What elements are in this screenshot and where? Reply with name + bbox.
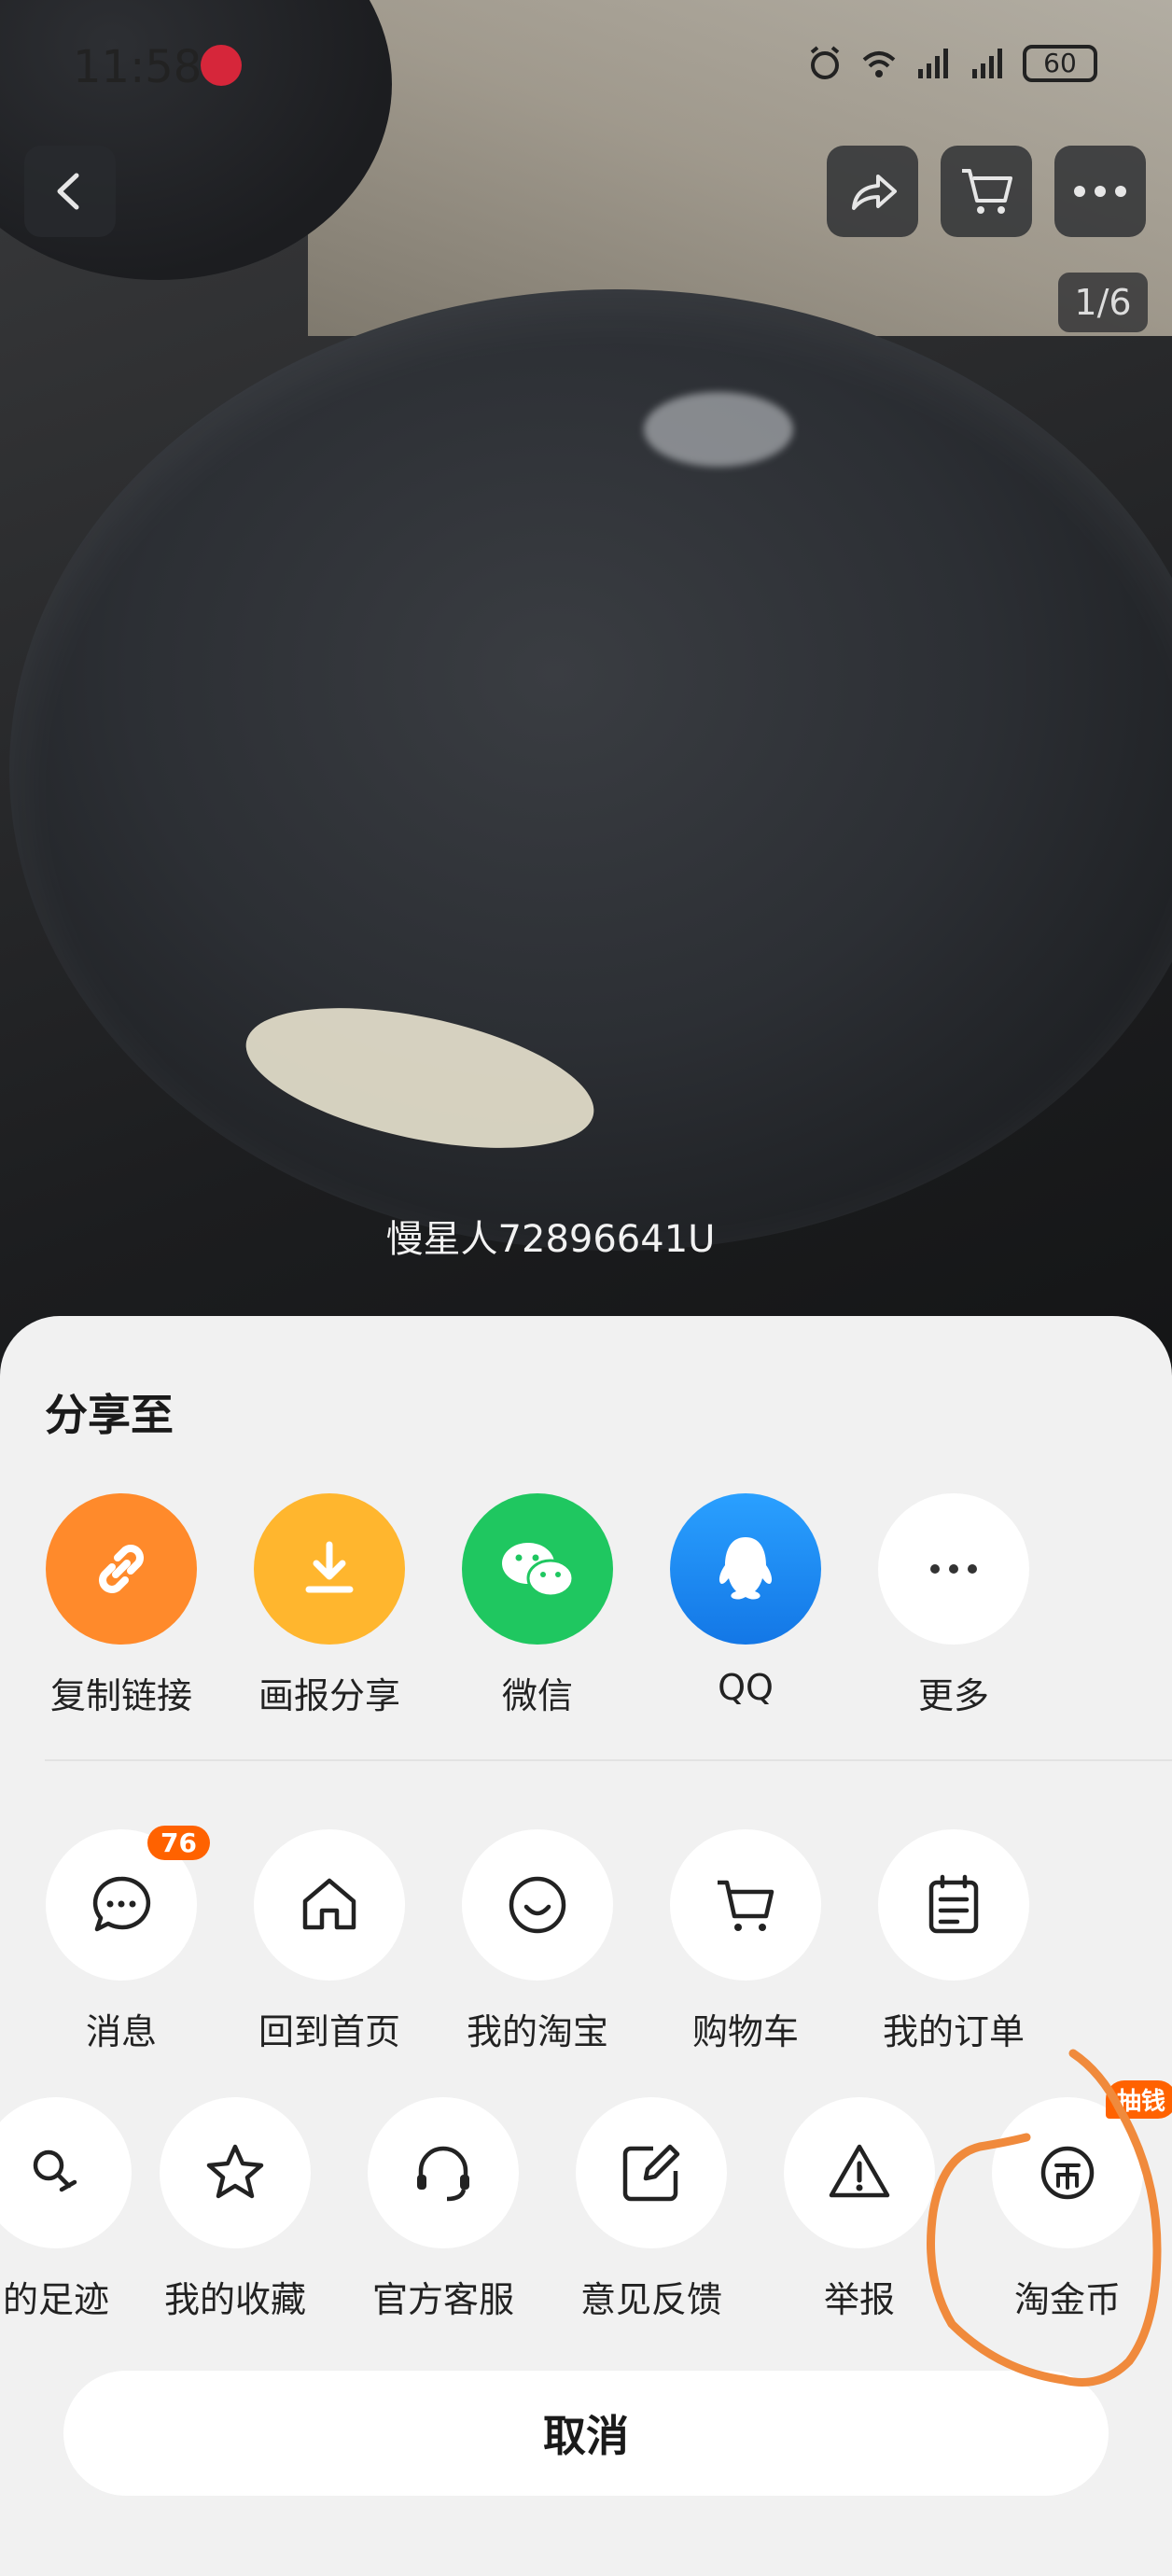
back-button[interactable] [24,146,116,237]
action-favorites[interactable]: 我的收藏 [142,2097,328,2322]
carrier-logo-icon [201,45,242,86]
star-icon [160,2097,311,2248]
action-label: 意见反馈 [579,2279,722,2320]
action-home[interactable]: 回到首页 [236,1829,423,2054]
share-label: 复制链接 [49,1675,192,1716]
action-label: 我的收藏 [163,2279,306,2320]
more-dots-icon [1074,186,1126,197]
message-count-badge: 76 [147,1826,210,1860]
share-divider [45,1759,1172,1761]
more-icon [878,1493,1029,1645]
share-more[interactable]: 更多 [860,1493,1047,1718]
action-messages[interactable]: 76 消息 [28,1826,215,2054]
edit-icon [576,2097,727,2248]
headset-icon [368,2097,519,2248]
share-label: 更多 [917,1675,989,1716]
action-label: 消息 [85,2011,157,2052]
smile-icon [462,1829,613,1981]
more-options-button[interactable] [1054,146,1146,237]
qq-icon [670,1493,821,1645]
alarm-icon [810,46,840,79]
action-label: 回到首页 [258,2011,400,2052]
action-label: 购物车 [691,2011,799,2052]
share-sheet-title: 分享至 [45,1390,174,1440]
action-feedback[interactable]: 意见反馈 [558,2097,745,2322]
message-icon: 76 [46,1826,210,1981]
action-footprints[interactable]: 的足迹 [0,2097,149,2322]
home-icon [254,1829,405,1981]
status-bar: 11:58 60 [0,37,1172,93]
action-label: 的足迹 [2,2279,109,2320]
image-counter: 1/6 [1058,273,1148,332]
action-my-taobao[interactable]: 我的淘宝 [444,1829,631,2054]
footprint-icon [0,2097,132,2248]
photo-watermark: 慢星人72896641U [385,1218,716,1261]
action-customer-service[interactable]: 官方客服 [350,2097,537,2322]
share-label: 画报分享 [258,1675,400,1716]
share-button[interactable] [827,146,918,237]
order-icon [878,1829,1029,1981]
share-poster[interactable]: 画报分享 [236,1493,423,1718]
share-label: 微信 [501,1675,573,1716]
cart-icon [962,169,1012,214]
cart-icon [670,1829,821,1981]
action-cart[interactable]: 购物车 [652,1829,839,2054]
wifi-icon [862,51,896,77]
link-icon [46,1493,197,1645]
status-icons: 60 [806,45,1097,82]
signal-icon-1 [918,49,948,78]
warning-icon [784,2097,935,2248]
share-label: QQ [718,1667,774,1708]
wechat-icon [462,1493,613,1645]
annotation-circle [927,2049,1162,2387]
battery-indicator: 60 [1023,45,1097,82]
share-qq[interactable]: QQ [652,1493,839,1708]
signal-icon-2 [972,49,1002,78]
download-icon [254,1493,405,1645]
status-time: 11:58 [73,41,202,93]
share-wechat[interactable]: 微信 [444,1493,631,1718]
cart-button[interactable] [941,146,1032,237]
share-copy-link[interactable]: 复制链接 [28,1493,215,1718]
action-orders[interactable]: 我的订单 [860,1829,1047,2054]
action-label: 官方客服 [371,2279,514,2320]
chevron-left-icon [57,173,79,210]
photo-glare [644,392,793,467]
action-label: 我的淘宝 [466,2011,608,2052]
share-arrow-icon [852,175,897,210]
